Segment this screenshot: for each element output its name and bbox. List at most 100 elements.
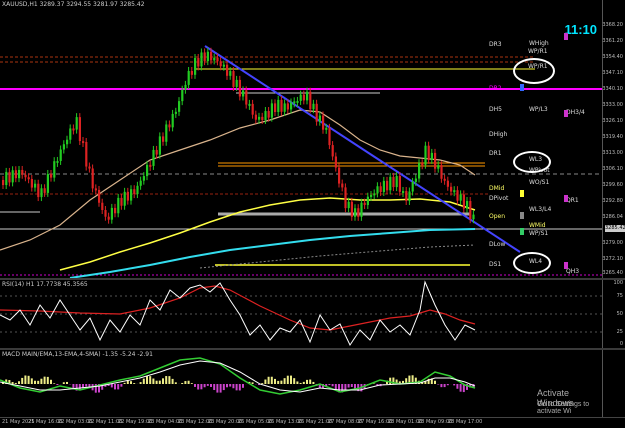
macd-panel[interactable]: MACD MAIN/EMA,13-EMA,4-SMA) -1.35 -5.24 … [0, 350, 603, 418]
candle-body [245, 90, 248, 105]
macd-histogram-bar [30, 378, 33, 384]
macd-histogram-bar [149, 376, 152, 384]
price-chart-canvas [0, 45, 603, 278]
candle-body [46, 173, 49, 193]
macd-histogram-bar [146, 376, 148, 384]
macd-histogram-bar [194, 384, 196, 387]
candle-body [149, 164, 152, 167]
macd-histogram-bar [232, 384, 235, 389]
macd-histogram-bar [184, 381, 187, 384]
candle-body [75, 117, 78, 130]
macd-histogram-bar [53, 383, 56, 384]
candle-body [24, 174, 27, 178]
macd-histogram-bar [139, 382, 142, 384]
candle-body [8, 171, 11, 183]
candle-body [254, 114, 257, 120]
macd-histogram-bar [302, 381, 305, 384]
rsi-axis: 100 75 50 25 0 [602, 280, 625, 348]
macd-histogram-bar [21, 377, 24, 384]
price-tick: 3279.00 [602, 240, 623, 246]
rsi-panel[interactable]: RSI(14) H1 17.7738 45.3565 [0, 280, 603, 348]
macd-histogram-bar [219, 384, 222, 393]
candle-body [258, 116, 261, 120]
candle-body [443, 178, 446, 181]
rsi-tick: 100 [613, 280, 623, 286]
macd-histogram-bar [171, 378, 174, 384]
candle-body [414, 178, 417, 182]
candle-body [2, 180, 5, 186]
candle-body [88, 166, 91, 169]
activate-windows-subtitle: Go to Settings to activate Wi [537, 401, 590, 415]
macd-histogram-bar [152, 378, 155, 384]
candle-body [430, 152, 433, 160]
candle-body [376, 186, 379, 194]
candle-body [5, 171, 8, 186]
macd-histogram-bar [142, 378, 145, 384]
macd-histogram-bar [456, 384, 459, 389]
candle-body [152, 149, 155, 166]
ma-cyan-line [69, 228, 476, 278]
price-chart-panel[interactable]: XAUUSD,H1 3289.37 3294.55 3281.97 3285.4… [0, 0, 603, 278]
candle-body [130, 189, 133, 201]
price-axis[interactable]: 3368.20 3361.20 3354.40 3347.10 3340.10 … [602, 0, 625, 278]
candle-body [30, 179, 33, 188]
level-label-open: Open [489, 213, 506, 220]
level-label-dr3: DR3 [489, 41, 502, 48]
macd-histogram-bar [334, 384, 337, 390]
rsi-tick: 50 [616, 311, 623, 317]
candle-body [133, 189, 136, 195]
candle-body [85, 142, 88, 167]
macd-histogram-bar [130, 381, 132, 384]
candle-body [213, 57, 216, 61]
marker-yellow [520, 190, 524, 197]
time-label: 28 May 17:00 [448, 419, 483, 425]
macd-histogram-bar [27, 375, 30, 384]
macd-histogram-bar [126, 380, 129, 384]
marker-gray [520, 212, 524, 219]
macd-histogram-bar [459, 384, 462, 392]
time-axis[interactable]: 21 May 2025 21 May 16:00 22 May 03:00 22… [0, 417, 625, 428]
candle-body [203, 52, 206, 62]
candle-body [117, 197, 120, 214]
candle-body [350, 201, 353, 217]
level-label-qh3: QH3 [566, 268, 580, 275]
macd-histogram-bar [251, 382, 254, 384]
price-tick: 3333.00 [602, 102, 623, 108]
candle-body [248, 103, 251, 106]
macd-histogram-bar [56, 384, 59, 386]
candle-body [11, 170, 14, 183]
macd-histogram-bar [203, 384, 206, 388]
current-price-tag: 3285.42 [605, 225, 625, 232]
candle-body [328, 127, 331, 146]
candle-body [107, 216, 110, 220]
macd-histogram-bar [200, 384, 203, 390]
candle-body [261, 116, 264, 120]
macd-histogram-bar [293, 378, 296, 384]
level-label-wps1: WP/S1 [529, 230, 549, 237]
marker-magenta-1 [564, 33, 568, 40]
macd-histogram-bar [165, 376, 168, 384]
candle-body [123, 191, 126, 206]
candle-body [206, 51, 209, 62]
macd-histogram-bar [437, 384, 440, 385]
level-label-wos1: WO/S1 [529, 179, 550, 186]
candle-body [37, 183, 40, 198]
candle-body [334, 156, 337, 168]
candle-body [53, 161, 56, 178]
macd-histogram-bar [40, 378, 43, 384]
macd-histogram-bar [261, 383, 264, 384]
ellipse-annotation-top [513, 58, 555, 84]
candle-body [210, 51, 213, 61]
candle-body [229, 71, 232, 76]
macd-histogram-bar [434, 380, 436, 384]
macd-histogram-bar [350, 384, 353, 387]
candle-body [178, 101, 181, 112]
macd-histogram-bar [270, 376, 273, 384]
price-tick: 3292.80 [602, 198, 623, 204]
price-tick: 3326.10 [602, 118, 623, 124]
candle-body [312, 103, 315, 110]
ma-yellow-line [59, 197, 476, 271]
marker-magenta-2 [564, 110, 568, 117]
candle-body [322, 115, 325, 130]
candle-body [56, 160, 59, 163]
